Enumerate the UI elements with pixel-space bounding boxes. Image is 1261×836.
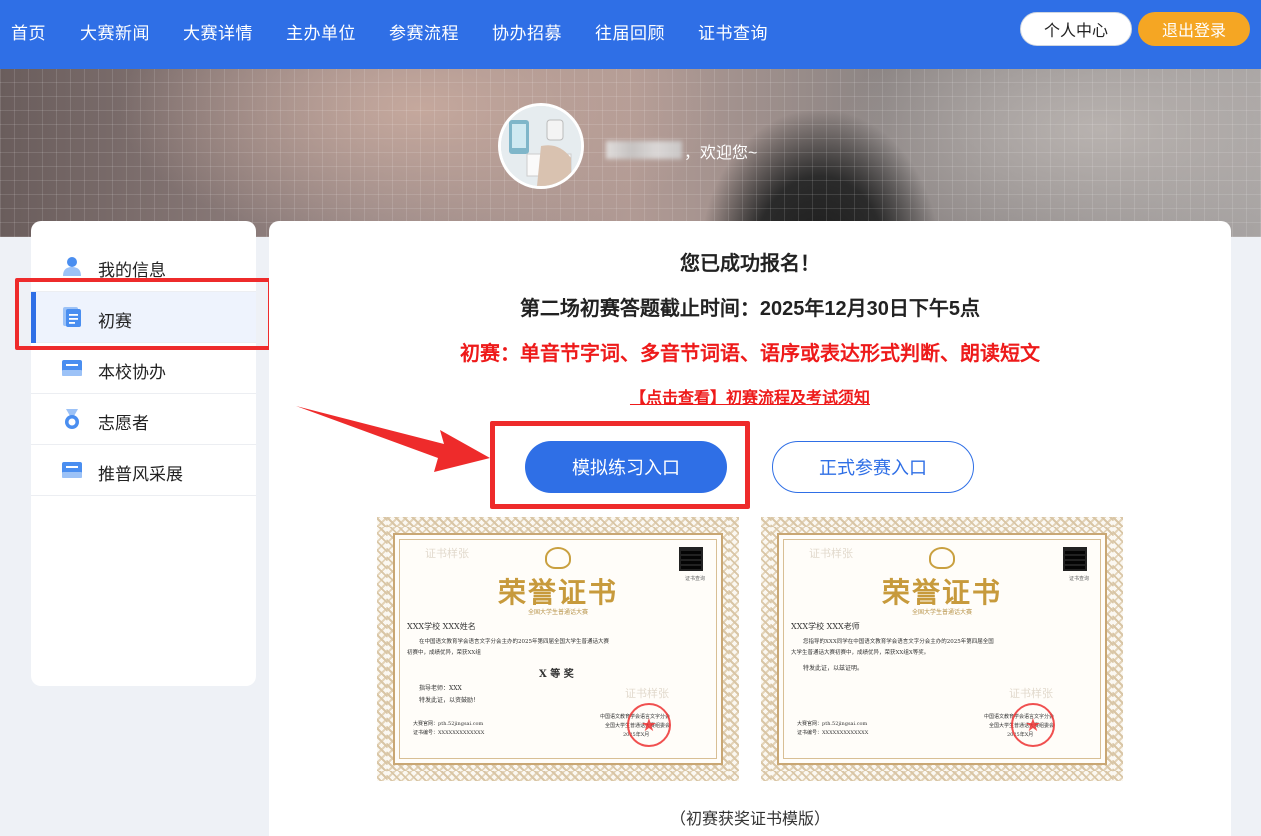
certificate-subtitle: 全国大学生普通话大赛 bbox=[527, 609, 588, 616]
qr-code-icon bbox=[679, 547, 703, 571]
cert-number: 证书编号：XXXXXXXXXXXXX bbox=[797, 730, 869, 736]
cert-award: X 等 奖 bbox=[539, 669, 574, 680]
deadline-text: 第二场初赛答题截止时间：2025年12月30日下午5点 bbox=[519, 298, 981, 320]
cert-body-line: 大学生普通话大赛初赛中，成绩优异，荣获XX组X等奖。 bbox=[791, 650, 930, 656]
username-blurred bbox=[606, 141, 682, 159]
medal-icon bbox=[65, 409, 79, 429]
nav-news[interactable]: 大赛新闻 bbox=[80, 19, 150, 44]
certificate-sample-teacher: 证书样张 证书样张 证书查询 荣誉证书 全国大学生普通话大赛 XXX学校 XXX… bbox=[761, 517, 1123, 781]
certificate-body: 证书样张 证书样张 证书查询 荣誉证书 全国大学生普通话大赛 XXX学校 XXX… bbox=[777, 533, 1107, 765]
highlight-box-mock-button bbox=[490, 421, 750, 509]
laurel-emblem-icon bbox=[929, 547, 955, 569]
showcase-card-icon bbox=[62, 462, 82, 478]
cert-closing: 特发此证，以资鼓励！ bbox=[419, 697, 480, 704]
avatar[interactable] bbox=[498, 103, 584, 189]
cert-teacher: 指导老师：XXX bbox=[419, 685, 462, 692]
qr-code-icon bbox=[1063, 547, 1087, 571]
sidebar-item-showcase[interactable]: 推普风采展 bbox=[31, 445, 256, 496]
certificate-subtitle: 全国大学生普通话大赛 bbox=[911, 609, 972, 616]
red-seal-icon: ★ bbox=[627, 703, 671, 747]
laurel-emblem-icon bbox=[545, 547, 571, 569]
red-seal-icon: ★ bbox=[1011, 703, 1055, 747]
nav-cert-query[interactable]: 证书查询 bbox=[698, 19, 768, 44]
cert-name-line: XXX学校 XXX老师 bbox=[791, 622, 860, 631]
watermark-text: 证书样张 bbox=[1009, 687, 1053, 700]
school-card-icon bbox=[62, 360, 82, 376]
sidebar-item-label: 本校协办 bbox=[98, 363, 166, 382]
logout-button[interactable]: 退出登录 bbox=[1138, 12, 1250, 46]
certificate-caption: （初赛获奖证书模版） bbox=[669, 811, 830, 828]
sidebar-item-label: 志愿者 bbox=[98, 414, 149, 433]
user-icon bbox=[63, 257, 81, 276]
highlight-box-preliminary bbox=[15, 278, 272, 350]
certificate-title: 荣誉证书 bbox=[497, 576, 618, 609]
cert-closing: 特发此证，以兹证明。 bbox=[803, 665, 864, 672]
profile-banner: ，欢迎您~ bbox=[0, 69, 1261, 237]
cert-body-line: 在中国语文教育学会语言文字分会主办的2025年第四届全国大学生普通话大赛 bbox=[419, 639, 609, 645]
certificate-body: 证书样张 证书样张 证书查询 荣誉证书 全国大学生普通话大赛 XXX学校 XXX… bbox=[393, 533, 723, 765]
welcome-text: ，欢迎您~ bbox=[684, 145, 758, 162]
certificate-title: 荣誉证书 bbox=[881, 576, 1002, 609]
cert-website: 大赛官网：pth.52jingsai.com bbox=[797, 721, 868, 727]
certificate-sample-student: 证书样张 证书样张 证书查询 荣誉证书 全国大学生普通话大赛 XXX学校 XXX… bbox=[377, 517, 739, 781]
cert-website: 大赛官网：pth.52jingsai.com bbox=[413, 721, 484, 727]
nav-home[interactable]: 首页 bbox=[11, 19, 46, 44]
main-card: 您已成功报名！ 第二场初赛答题截止时间：2025年12月30日下午5点 初赛：单… bbox=[269, 221, 1231, 836]
cert-body-line: 初赛中，成绩优异，荣获XX组 bbox=[407, 650, 481, 656]
nav-organizers[interactable]: 主办单位 bbox=[286, 19, 356, 44]
nav-process[interactable]: 参赛流程 bbox=[389, 19, 459, 44]
watermark-text: 证书样张 bbox=[809, 547, 853, 560]
annotation-arrow-icon bbox=[296, 406, 490, 472]
sidebar-item-volunteer[interactable]: 志愿者 bbox=[31, 394, 256, 445]
watermark-text: 证书样张 bbox=[625, 687, 669, 700]
watermark-text: 证书样张 bbox=[425, 547, 469, 560]
cert-number: 证书编号：XXXXXXXXXXXXX bbox=[413, 730, 485, 736]
nav-details[interactable]: 大赛详情 bbox=[183, 19, 253, 44]
registration-success-title: 您已成功报名！ bbox=[680, 253, 820, 275]
sidebar-item-school-coorg[interactable]: 本校协办 bbox=[31, 343, 256, 394]
top-nav: 首页 大赛新闻 大赛详情 主办单位 参赛流程 协办招募 往届回顾 证书查询 个人… bbox=[0, 0, 1261, 69]
profile-button[interactable]: 个人中心 bbox=[1020, 12, 1132, 46]
formal-entry-button[interactable]: 正式参赛入口 bbox=[772, 441, 974, 493]
preliminary-content-text: 初赛：单音节字词、多音节词语、语序或表达形式判断、朗读短文 bbox=[460, 343, 1040, 365]
nav-recruit[interactable]: 协办招募 bbox=[492, 19, 562, 44]
nav-review[interactable]: 往届回顾 bbox=[595, 19, 665, 44]
cert-body-line: 您指导的XXX同学在中国语文教育学会语言文字分会主办的2025年第四届全国 bbox=[803, 639, 994, 645]
cert-name-line: XXX学校 XXX姓名 bbox=[407, 622, 476, 631]
sidebar-item-label: 推普风采展 bbox=[98, 465, 183, 484]
avatar-photo-icon bbox=[501, 106, 581, 186]
